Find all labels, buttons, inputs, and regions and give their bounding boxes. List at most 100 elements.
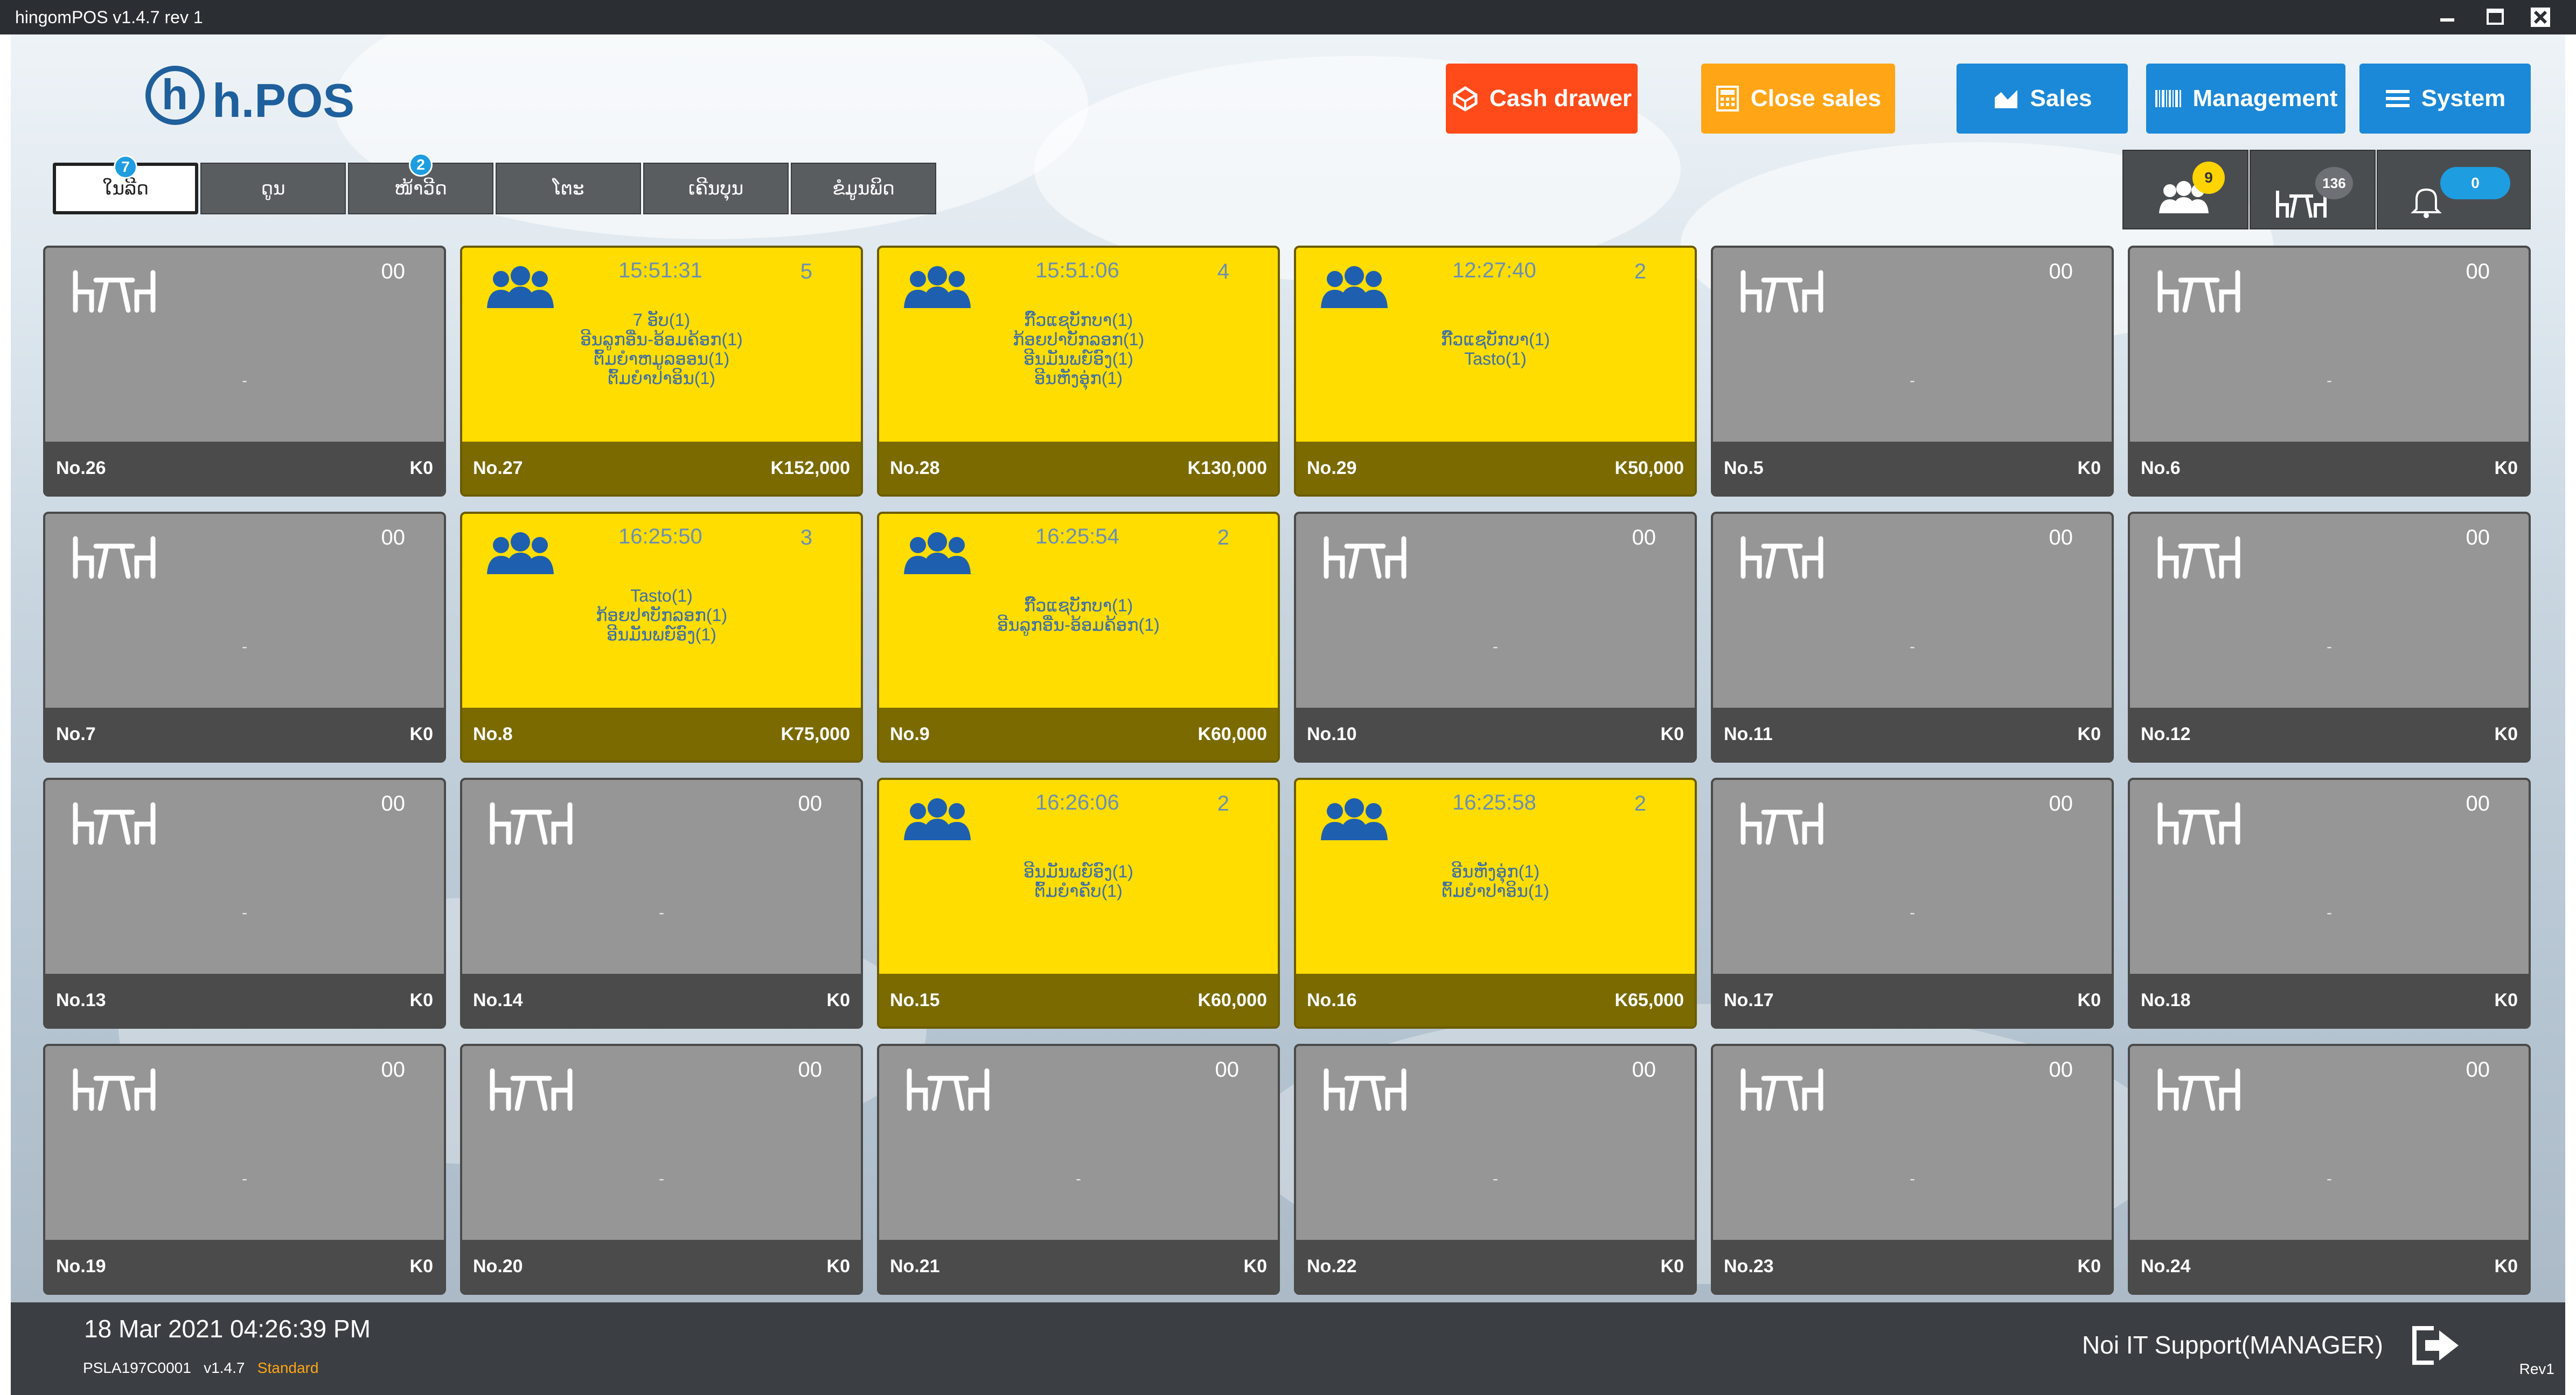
- revision-label: Rev1: [2519, 1361, 2554, 1377]
- order-item: ກ້ອຍປາບັກລອກ(1): [596, 605, 727, 625]
- bell-icon: [2411, 188, 2442, 218]
- table-card-body: 00 -: [45, 1046, 444, 1242]
- table-card[interactable]: 00 - No.10 K0: [1294, 512, 1697, 763]
- table-number: No.24: [2141, 1256, 2191, 1277]
- table-card[interactable]: 00 - No.14 K0: [460, 778, 863, 1029]
- order-items: ກົ໊ວແຊບັກບາ(1) Tasto(1): [1296, 330, 1695, 368]
- table-card-body: 00 -: [462, 1046, 861, 1242]
- zone-tab[interactable]: ເຄີນບຸນ: [643, 163, 789, 214]
- order-items: Tasto(1) ກ້ອຍປາບັກລອກ(1) ອີນມັນພຍ໌ອົງ(1): [462, 586, 861, 644]
- table-card-body: 00 -: [45, 514, 444, 710]
- table-card-body: 16:25:54 2 ກົ໊ວແຊບັກບາ(1) ອີນລູກອື່ນ-ອ້ອມຄ້…: [879, 514, 1278, 710]
- table-amount: K0: [2494, 1256, 2518, 1277]
- zone-tab[interactable]: ໂຕະ: [496, 163, 641, 214]
- order-item: Tasto(1): [630, 586, 693, 605]
- table-card-body: 15:51:06 4 ກົ໊ວແຊບັກບາ(1) ກ້ອຍປາບັກລອກ(1) ອີ…: [879, 248, 1278, 444]
- maximize-icon[interactable]: [2481, 4, 2508, 30]
- cash-drawer-button[interactable]: Cash drawer: [1446, 64, 1638, 134]
- table-icon: [1740, 536, 1823, 579]
- notifications-button[interactable]: 0: [2377, 150, 2531, 229]
- zone-tab[interactable]: ດູນ: [200, 163, 346, 214]
- management-button[interactable]: Management: [2146, 64, 2345, 134]
- order-item: ອີນມັນພຍ໌ອົງ(1): [1024, 862, 1133, 881]
- table-card-body: 00 -: [45, 248, 444, 444]
- table-card[interactable]: 16:26:06 2 ອີນມັນພຍ໌ອົງ(1) ຕົ້ມຍໍາຄັບ(1) No.…: [877, 778, 1280, 1029]
- table-number: No.6: [2141, 457, 2181, 478]
- cash-drawer-label: Cash drawer: [1489, 85, 1632, 111]
- guest-count: 00: [798, 792, 823, 815]
- tables-button[interactable]: 136: [2250, 150, 2376, 229]
- table-number: No.8: [473, 723, 513, 744]
- table-card-footer: No.19 K0: [45, 1240, 444, 1293]
- table-card-footer: No.10 K0: [1296, 708, 1695, 761]
- table-amount: K0: [826, 989, 850, 1010]
- table-card[interactable]: 16:25:50 3 Tasto(1) ກ້ອຍປາບັກລອກ(1) ອີນມັນພຍ…: [460, 512, 863, 763]
- table-card[interactable]: 00 - No.22 K0: [1294, 1044, 1697, 1295]
- zone-tab-badge: 2: [409, 153, 433, 177]
- order-items: ອີນຫັງອຸ່ກ(1) ຕົ້ມຍໍາປາອິນ(1): [1296, 862, 1695, 901]
- table-card[interactable]: 00 - No.23 K0: [1711, 1044, 2114, 1295]
- table-amount: K65,000: [1614, 989, 1684, 1010]
- order-item: ອີນມັນພຍ໌ອົງ(1): [607, 625, 716, 644]
- zone-tab[interactable]: ໜ້າວີດ 2: [348, 153, 493, 214]
- table-card[interactable]: 00 - No.13 K0: [43, 778, 446, 1029]
- table-card-body: 16:26:06 2 ອີນມັນພຍ໌ອົງ(1) ຕົ້ມຍໍາຄັບ(1): [879, 780, 1278, 976]
- table-amount: K0: [2494, 723, 2518, 744]
- table-card[interactable]: 00 - No.12 K0: [2128, 512, 2531, 763]
- order-time: 15:51:31: [618, 259, 702, 282]
- table-card[interactable]: 16:25:58 2 ອີນຫັງອຸ່ກ(1) ຕົ້ມຍໍາປາອິນ(1) No.…: [1294, 778, 1697, 1029]
- table-card[interactable]: 00 - No.20 K0: [460, 1044, 863, 1295]
- table-card-footer: No.9 K60,000: [879, 708, 1278, 761]
- table-card-body: 00 -: [1713, 248, 2112, 444]
- table-card-body: 00 -: [1296, 1046, 1695, 1242]
- table-amount: K0: [409, 723, 433, 744]
- table-amount: K0: [826, 1256, 850, 1277]
- table-card[interactable]: 16:25:54 2 ກົ໊ວແຊບັກບາ(1) ອີນລູກອື່ນ-ອ້ອມຄ້…: [877, 512, 1280, 763]
- system-button[interactable]: System: [2359, 64, 2531, 134]
- barcode-icon: [2155, 90, 2181, 107]
- order-time: 16:25:58: [1452, 791, 1536, 814]
- empty-indicator: -: [2327, 1170, 2332, 1188]
- close-icon[interactable]: [2526, 4, 2553, 30]
- table-card[interactable]: 00 - No.21 K0: [877, 1044, 1280, 1295]
- guest-count: 00: [2049, 526, 2073, 549]
- order-item: ຕົ້ມຍໍາປາອິນ(1): [608, 368, 715, 388]
- order-item: ອີນມັນພຍ໌ອົງ(1): [1024, 349, 1133, 368]
- sales-button[interactable]: Sales: [1957, 64, 2128, 134]
- table-card-footer: No.16 K65,000: [1296, 974, 1695, 1027]
- table-card[interactable]: 00 - No.18 K0: [2128, 778, 2531, 1029]
- table-card[interactable]: 15:51:31 5 7 ອັບ(1) ອີນລູກອື່ນ-ອ້ອມຄ້ອກ(1) ຕ…: [460, 246, 863, 497]
- table-amount: K0: [2077, 1256, 2101, 1277]
- logout-button[interactable]: [2409, 1323, 2463, 1371]
- table-card[interactable]: 00 - No.6 K0: [2128, 246, 2531, 497]
- table-card-footer: No.5 K0: [1713, 442, 2112, 494]
- table-card[interactable]: 00 - No.17 K0: [1711, 778, 2114, 1029]
- table-card-footer: No.14 K0: [462, 974, 861, 1027]
- table-card[interactable]: 00 - No.19 K0: [43, 1044, 446, 1295]
- table-card-body: 00 -: [1713, 1046, 2112, 1242]
- table-number: No.12: [2141, 723, 2191, 744]
- order-time: 12:27:40: [1452, 259, 1536, 282]
- table-card[interactable]: 15:51:06 4 ກົ໊ວແຊບັກບາ(1) ກ້ອຍປາບັກລອກ(1) ອີ…: [877, 246, 1280, 497]
- close-sales-button[interactable]: Close sales: [1701, 64, 1895, 134]
- guest-count: 00: [381, 260, 406, 283]
- table-number: No.29: [1307, 457, 1357, 478]
- table-card[interactable]: 00 - No.26 K0: [43, 246, 446, 497]
- table-card[interactable]: 00 - No.5 K0: [1711, 246, 2114, 497]
- table-number: No.14: [473, 989, 523, 1010]
- guests-button[interactable]: 9: [2122, 150, 2248, 229]
- zone-tab[interactable]: ຂໍມູນພິດ: [791, 163, 936, 214]
- empty-indicator: -: [659, 904, 664, 922]
- zone-tab[interactable]: ໃນລີດ 7: [53, 155, 198, 214]
- guest-count: 00: [381, 1058, 406, 1082]
- minimize-icon[interactable]: [2434, 4, 2461, 30]
- table-card[interactable]: 00 - No.7 K0: [43, 512, 446, 763]
- table-card[interactable]: 12:27:40 2 ກົ໊ວແຊບັກບາ(1) Tasto(1) No.29 K50,…: [1294, 246, 1697, 497]
- order-item: ກົ໊ວແຊບັກບາ(1): [1024, 596, 1133, 615]
- table-card-footer: No.29 K50,000: [1296, 442, 1695, 494]
- table-card-footer: No.12 K0: [2130, 708, 2529, 761]
- table-card[interactable]: 00 - No.11 K0: [1711, 512, 2114, 763]
- order-item: ອີນລູກອື່ນ-ອ້ອມຄ້ອກ(1): [997, 615, 1160, 634]
- table-card[interactable]: 00 - No.24 K0: [2128, 1044, 2531, 1295]
- table-amount: K0: [2077, 457, 2101, 478]
